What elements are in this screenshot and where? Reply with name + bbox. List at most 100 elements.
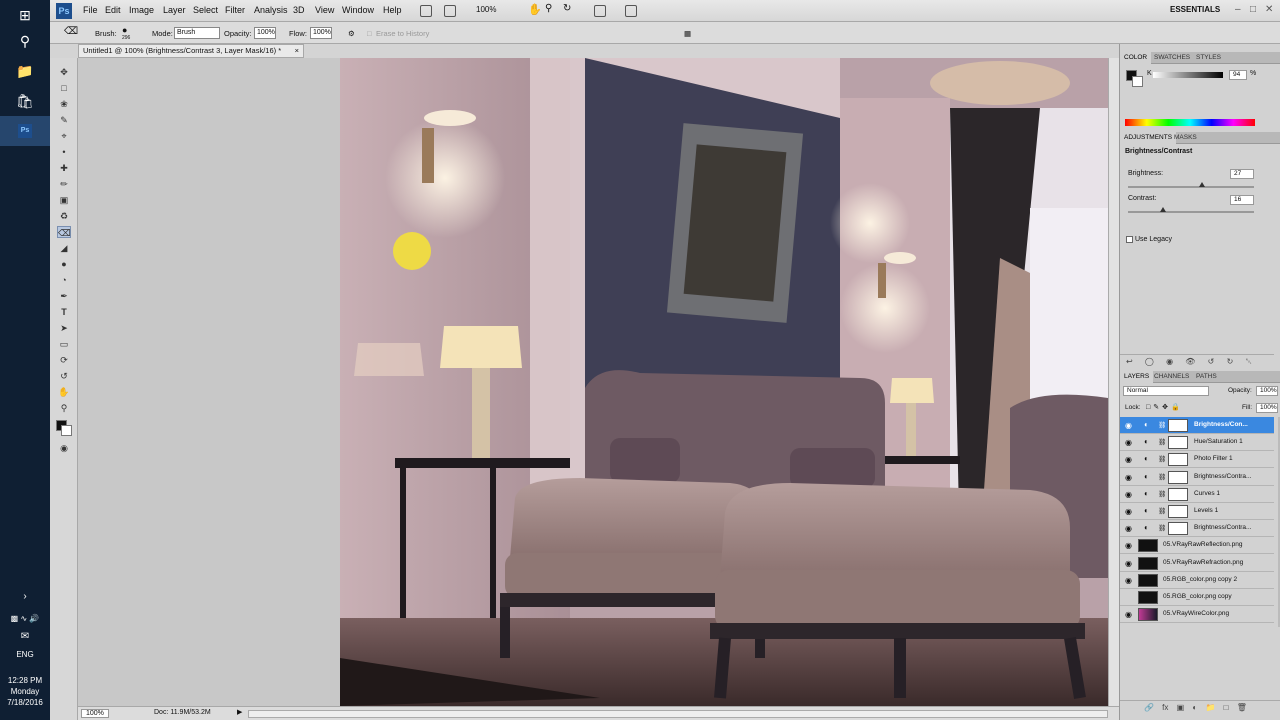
brightness-field[interactable]: 27 [1230,169,1254,179]
layer-thumbnail[interactable] [1138,539,1158,553]
tab-color[interactable]: COLOR [1120,52,1152,64]
brightness-slider[interactable] [1128,186,1254,188]
close-icon[interactable]: ✕ [1265,4,1273,15]
show-hidden-icons-icon[interactable]: › [0,588,50,604]
3d-orbit-icon[interactable]: ↺ [57,370,71,382]
opacity-field[interactable]: 100% [254,27,276,39]
menu-edit[interactable]: Edit [105,5,121,15]
hand-tool-icon[interactable]: ✋ [528,3,542,16]
layer-row[interactable]: ◉ 05.VRayRawRefraction.png [1120,555,1274,572]
mask-link-icon[interactable]: ⛓ [1158,507,1166,515]
menu-select[interactable]: Select [193,5,218,15]
healing-brush-icon[interactable]: ✚ [57,162,71,174]
language-indicator[interactable]: ENG [0,650,50,659]
mask-link-icon[interactable]: ⛓ [1158,524,1166,532]
close-document-icon[interactable]: × [295,45,299,57]
tab-layers[interactable]: LAYERS [1120,371,1154,383]
layer-visibility-eye-icon[interactable]: ◉ [1125,559,1132,568]
blur-tool-icon[interactable]: ● [57,258,71,270]
menu-file[interactable]: File [83,5,98,15]
store-icon[interactable]: 🛍 [0,86,50,116]
hand-tool-icon[interactable]: ✋ [57,386,71,398]
menu-3d[interactable]: 3D [293,5,305,15]
layers-footer-icons[interactable]: 🔗 fx ▣ ◐ 📁 □ 🗑 [1120,700,1280,714]
layer-row[interactable]: ◉ 05.RGB_color.png copy 2 [1120,572,1274,589]
shape-tool-icon[interactable]: ▭ [57,338,71,350]
layer-row[interactable]: 05.RGB_color.png copy [1120,589,1274,606]
contrast-field[interactable]: 16 [1230,195,1254,205]
layer-row[interactable]: ◉ ◐ ⛓ Levels 1 [1120,503,1274,520]
document-tab[interactable]: Untitled1 @ 100% (Brightness/Contrast 3,… [78,44,304,58]
3d-rotate-icon[interactable]: ⟳ [57,354,71,366]
tab-paths[interactable]: PATHS [1192,371,1221,383]
tab-styles[interactable]: STYLES [1192,52,1225,64]
brush-preset-icon[interactable]: ● [122,25,127,35]
rotate-view-icon[interactable]: ↻ [563,3,571,14]
zoom-level-dropdown[interactable]: 100% [476,5,496,14]
mask-link-icon[interactable]: ⛓ [1158,438,1166,446]
layer-row[interactable]: ◉ 05.VRayWireColor.png [1120,606,1274,624]
mode-dropdown[interactable]: Brush [174,27,220,39]
notifications-icon[interactable]: ✉ [0,628,50,644]
mask-link-icon[interactable]: ⛓ [1158,490,1166,498]
layer-row[interactable]: ◉ 05.VRayRawReflection.png [1120,537,1274,555]
layer-visibility-eye-icon[interactable]: ◉ [1125,421,1132,430]
lasso-tool-icon[interactable]: ❀ [57,98,71,110]
layer-row[interactable]: ◉ ◐ ⛓ Curves 1 [1120,486,1274,503]
zoom-tool-icon[interactable]: ⚲ [545,3,552,14]
layer-thumbnail[interactable] [1138,556,1158,570]
menu-help[interactable]: Help [383,5,402,15]
clock-time[interactable]: 12:28 PM [0,676,50,685]
layer-visibility-eye-icon[interactable]: ◉ [1125,438,1132,447]
layer-visibility-eye-icon[interactable]: ◉ [1125,524,1132,533]
document-canvas[interactable] [340,58,1108,706]
layer-visibility-eye-icon[interactable]: ◉ [1125,610,1132,619]
search-icon[interactable]: ⚲ [0,26,50,56]
eyedropper-tool-icon[interactable]: • [57,146,71,158]
photoshop-taskbar-icon[interactable]: Ps [0,116,50,146]
use-legacy-checkbox[interactable] [1126,236,1133,243]
tab-swatches[interactable]: SWATCHES [1150,52,1194,64]
layer-mask-thumbnail[interactable] [1168,505,1188,518]
pen-tool-icon[interactable]: ✒ [57,290,71,302]
color-spectrum-bar[interactable] [1125,119,1255,126]
k-value-field[interactable]: 94 [1229,70,1247,80]
contrast-slider-knob[interactable] [1160,207,1167,212]
layer-mask-thumbnail[interactable] [1168,436,1188,450]
clone-stamp-icon[interactable]: ▣ [57,194,71,206]
mask-link-icon[interactable]: ⛓ [1158,421,1166,429]
file-explorer-icon[interactable]: 📁 [0,56,50,86]
tab-masks[interactable]: MASKS [1170,132,1201,144]
layer-row[interactable]: ◉ ◐ ⛓ Photo Filter 1 [1120,451,1274,469]
layer-row[interactable]: ◉ ◐ ⛓ Brightness/Contra... [1120,520,1274,538]
mask-link-icon[interactable]: ⛓ [1158,455,1166,463]
mask-link-icon[interactable]: ⛓ [1158,473,1166,481]
blend-mode-dropdown[interactable]: Normal [1123,386,1209,396]
layer-mask-thumbnail[interactable] [1168,487,1188,501]
move-tool-icon[interactable]: ✥ [57,66,71,78]
eraser-tool-icon-active[interactable]: ⌫ [57,226,71,238]
marquee-tool-icon[interactable]: □ [57,82,71,94]
airbrush-icon[interactable]: ⚙ [348,29,355,38]
type-tool-icon[interactable]: T [57,306,71,318]
brush-tool-icon[interactable]: ✏ [57,178,71,190]
crop-tool-icon[interactable]: ⌖ [57,130,71,142]
layer-row[interactable]: ◉ ◐ ⛓ Brightness/Con... [1120,417,1274,434]
layer-mask-thumbnail[interactable] [1168,470,1188,484]
layer-visibility-eye-icon[interactable]: ◉ [1125,541,1132,550]
menu-layer[interactable]: Layer [163,5,186,15]
background-color-swatch[interactable] [61,425,72,436]
layer-visibility-eye-icon[interactable]: ◉ [1125,576,1132,585]
maximize-icon[interactable]: □ [1250,4,1256,15]
menu-view[interactable]: View [315,5,334,15]
layer-opacity-field[interactable]: 100% [1256,386,1278,396]
status-zoom[interactable]: 100% [81,709,109,718]
lock-icons[interactable]: □✎✥🔒 [1146,403,1183,411]
menu-filter[interactable]: Filter [225,5,245,15]
arrange-documents-icon[interactable] [594,5,606,17]
minimize-icon[interactable]: – [1235,4,1241,15]
quick-mask-icon[interactable]: ◉ [57,442,71,454]
fill-field[interactable]: 100% [1256,403,1278,413]
vertical-scrollbar[interactable] [1108,58,1119,706]
menu-image[interactable]: Image [129,5,154,15]
